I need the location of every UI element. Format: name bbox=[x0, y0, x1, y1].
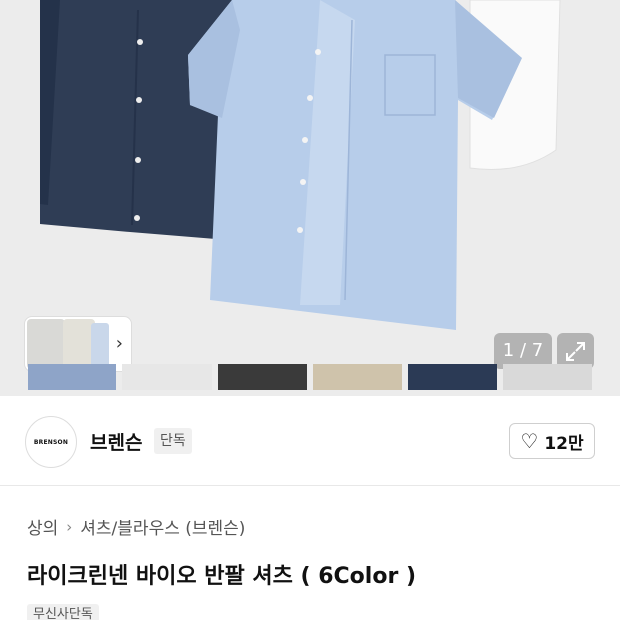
brand-row: BRENSON 브렌슨 단독 ♡ 12만 bbox=[0, 396, 620, 486]
breadcrumb-subcategory[interactable]: 셔츠/블라우스 (브렌슨) bbox=[80, 514, 245, 539]
color-swatch[interactable] bbox=[503, 364, 592, 390]
product-image-gallery[interactable]: › 1 / 7 bbox=[0, 0, 620, 396]
like-button[interactable]: ♡ 12만 bbox=[509, 423, 595, 459]
color-swatch-bar bbox=[0, 364, 620, 390]
exclusive-tag: 단독 bbox=[154, 428, 192, 454]
exclusive-badge: 무신사단독 bbox=[27, 604, 99, 620]
color-swatch[interactable] bbox=[408, 364, 497, 390]
breadcrumb-category[interactable]: 상의 bbox=[27, 514, 58, 539]
color-swatch[interactable] bbox=[313, 364, 402, 390]
brand-logo[interactable]: BRENSON bbox=[25, 416, 77, 468]
heart-icon: ♡ bbox=[520, 429, 539, 453]
counter-separator: / bbox=[519, 340, 527, 361]
chevron-right-icon[interactable]: › bbox=[116, 333, 123, 354]
counter-total: 7 bbox=[531, 340, 544, 361]
color-swatch[interactable] bbox=[122, 364, 212, 390]
color-swatch[interactable] bbox=[218, 364, 307, 390]
chevron-right-icon: › bbox=[66, 517, 73, 536]
brand-logo-text: BRENSON bbox=[33, 438, 69, 446]
counter-current: 1 bbox=[502, 340, 515, 361]
thumbnail-image[interactable] bbox=[27, 319, 65, 369]
product-title: 라이크린넨 바이오 반팔 셔츠 ( 6Color ) bbox=[27, 564, 417, 589]
brand-name[interactable]: 브렌슨 bbox=[90, 428, 142, 455]
thumbnail-image[interactable] bbox=[91, 323, 109, 369]
color-swatch[interactable] bbox=[28, 364, 116, 390]
expand-icon bbox=[566, 342, 585, 361]
like-count: 12만 bbox=[544, 433, 584, 454]
breadcrumb: 상의 › 셔츠/블라우스 (브렌슨) bbox=[27, 514, 245, 540]
